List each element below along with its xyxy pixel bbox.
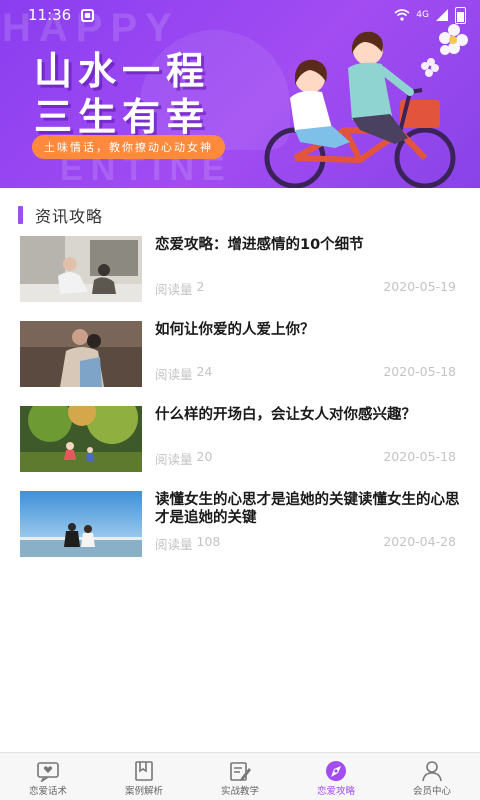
section-header: 资讯攻略 <box>18 203 103 227</box>
tab-love-talk[interactable]: 恋爱话术 <box>0 753 96 800</box>
tab-member-center[interactable]: 会员中心 <box>384 753 480 800</box>
article-thumbnail <box>20 491 142 557</box>
article-item[interactable]: 如何让你爱的人爱上你？ 阅读量 24 2020-05-18 <box>20 321 460 389</box>
banner-title-line2: 三生有幸 <box>34 95 211 139</box>
article-item[interactable]: 什么样的开场白，会让女人对你感兴趣？ 阅读量 20 2020-05-18 <box>20 406 460 474</box>
article-thumbnail <box>20 321 142 387</box>
section-accent-bar <box>18 206 23 224</box>
battery-icon <box>455 6 466 24</box>
couple-bicycle-illustration <box>264 24 468 188</box>
read-count-label: 阅读量 <box>155 367 193 382</box>
person-icon <box>422 761 442 782</box>
banner-title: 山水一程 三生有幸 <box>34 48 210 140</box>
article-date: 2020-05-18 <box>383 364 456 379</box>
article-title: 恋爱攻略：增进感情的10个细节 <box>155 237 364 253</box>
read-count-value: 108 <box>196 534 221 549</box>
tab-case-analysis[interactable]: 案例解析 <box>96 753 192 800</box>
read-count-value: 24 <box>196 364 213 379</box>
tab-label: 会员中心 <box>412 786 451 797</box>
read-count: 阅读量 2 <box>155 279 204 298</box>
article-item[interactable]: 读懂女生的心思才是追她的关键读懂女生的心思才是追她的关键 阅读量 108 202… <box>20 491 460 559</box>
article-date: 2020-05-19 <box>383 279 456 294</box>
chat-heart-icon <box>37 762 59 782</box>
read-count-label: 阅读量 <box>155 452 193 467</box>
bookmark-icon <box>135 761 153 781</box>
wifi-icon <box>394 9 410 21</box>
read-count-value: 2 <box>196 279 205 294</box>
article-title: 什么样的开场白，会让女人对你感兴趣？ <box>155 407 416 423</box>
read-count-value: 20 <box>196 449 213 464</box>
read-count: 阅读量 20 <box>155 449 212 468</box>
read-count: 阅读量 24 <box>155 364 212 383</box>
article-title: 读懂女生的心思才是追她的关键读懂女生的心思才是追她的关键 <box>155 492 460 526</box>
tab-label: 案例解析 <box>124 786 163 797</box>
tab-label: 恋爱话术 <box>28 786 67 797</box>
signal-icon <box>436 9 448 21</box>
read-count-label: 阅读量 <box>155 282 193 297</box>
article-item[interactable]: 恋爱攻略：增进感情的10个细节 阅读量 2 2020-05-19 <box>20 236 460 304</box>
article-date: 2020-04-28 <box>383 534 456 549</box>
read-count: 阅读量 108 <box>155 534 220 553</box>
status-time: 11:36 <box>28 6 72 24</box>
article-date: 2020-05-18 <box>383 449 456 464</box>
edit-note-icon <box>230 762 251 781</box>
tab-label: 恋爱攻略 <box>316 786 355 797</box>
network-type: 4G <box>416 10 429 20</box>
banner-title-line1: 山水一程 <box>34 49 211 93</box>
article-thumbnail <box>20 406 142 472</box>
compass-icon <box>326 761 346 781</box>
status-bar: 11:36 4G <box>0 0 480 30</box>
read-count-label: 阅读量 <box>155 537 193 552</box>
section-title: 资讯攻略 <box>35 207 104 226</box>
app-notification-icon <box>81 8 95 22</box>
bottom-tab-bar: 恋爱话术 案例解析 实战教学 恋爱攻略 会员中心 <box>0 752 480 800</box>
tab-label: 实战教学 <box>220 786 259 797</box>
banner-subtitle: 土味情话，教你撩动心动女神 <box>32 135 225 159</box>
tab-love-strategy[interactable]: 恋爱攻略 <box>288 753 384 800</box>
article-thumbnail <box>20 236 142 302</box>
tab-practical-teaching[interactable]: 实战教学 <box>192 753 288 800</box>
article-title: 如何让你爱的人爱上你？ <box>155 322 315 338</box>
